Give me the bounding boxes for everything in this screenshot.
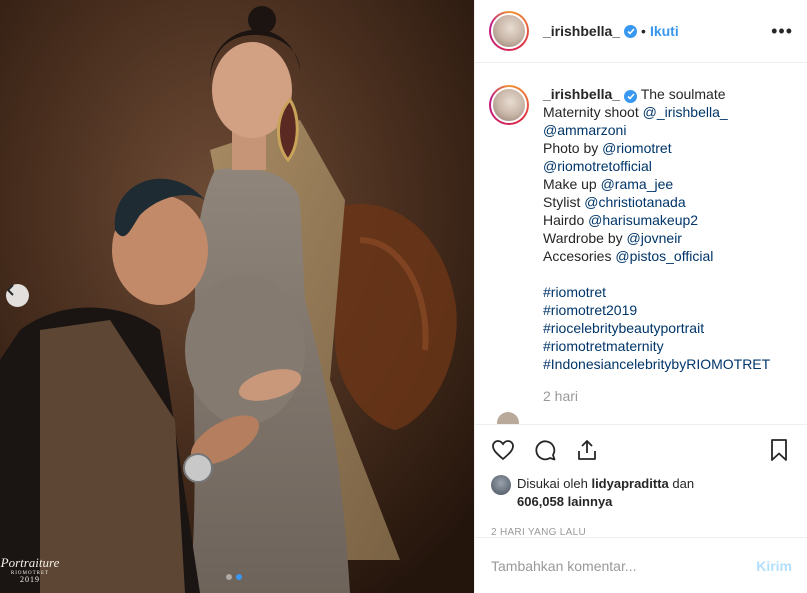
post-username[interactable]: _irishbella_ bbox=[543, 23, 620, 39]
post-header: _irishbella_ • Ikuti ••• bbox=[475, 0, 807, 63]
post-comment-button[interactable]: Kirim bbox=[756, 558, 792, 574]
caption-username[interactable]: _irishbella_ bbox=[543, 86, 620, 102]
hashtag-link[interactable]: #riocelebritybeautyportrait bbox=[543, 320, 704, 336]
carousel-dot bbox=[226, 574, 232, 580]
carousel-dot-active bbox=[236, 574, 242, 580]
add-comment-bar: Kirim bbox=[475, 537, 807, 593]
post-side-panel: _irishbella_ • Ikuti ••• _irishbella_ Th… bbox=[474, 0, 807, 593]
verified-badge-icon bbox=[624, 24, 638, 38]
photo-illustration bbox=[0, 0, 474, 593]
comments-section: _irishbella_ The soulmate Maternity shoo… bbox=[475, 63, 807, 425]
hashtag-link[interactable]: #IndonesiancelebritybyRIOMOTRET bbox=[543, 356, 770, 372]
action-bar bbox=[475, 425, 807, 475]
mention-link[interactable]: @riomotretofficial bbox=[543, 158, 652, 174]
caption-line: The soulmate bbox=[640, 86, 726, 102]
likes-joiner: dan bbox=[672, 476, 695, 491]
watermark-year: 2019 bbox=[20, 575, 40, 584]
next-comment-avatar bbox=[497, 412, 519, 424]
caption-line: Hairdo bbox=[543, 212, 585, 228]
carousel-dots bbox=[226, 574, 242, 580]
mention-link[interactable]: @christiotanada bbox=[584, 194, 685, 210]
share-icon[interactable] bbox=[575, 438, 599, 462]
header-separator: • bbox=[641, 23, 646, 39]
hashtag-link[interactable]: #riomotret bbox=[543, 284, 606, 300]
bookmark-icon[interactable] bbox=[767, 438, 791, 462]
caption-text: _irishbella_ The soulmate Maternity shoo… bbox=[543, 85, 793, 405]
hashtag-link[interactable]: #riomotret2019 bbox=[543, 302, 637, 318]
caption-avatar[interactable] bbox=[489, 85, 529, 125]
caption-line: Accesories bbox=[543, 248, 612, 264]
mention-link[interactable]: @_irishbella_ bbox=[643, 104, 728, 120]
likes-count[interactable]: 606,058 lainnya bbox=[517, 494, 612, 509]
verified-badge-icon bbox=[624, 90, 638, 103]
caption-line: Make up bbox=[543, 176, 597, 192]
heart-icon[interactable] bbox=[491, 438, 515, 462]
likes-summary: Disukai oleh lidyapraditta dan 606,058 l… bbox=[475, 475, 807, 511]
chevron-left-icon bbox=[6, 284, 14, 296]
watermark-main: Portraiture bbox=[0, 555, 60, 570]
caption-time[interactable]: 2 hari bbox=[543, 387, 793, 405]
post-photo[interactable]: Portraiture RIOMOTRET 2019 bbox=[0, 0, 474, 593]
follow-button[interactable]: Ikuti bbox=[650, 23, 679, 39]
avatar[interactable] bbox=[489, 11, 529, 51]
more-options-icon[interactable]: ••• bbox=[771, 21, 793, 42]
mention-link[interactable]: @riomotret bbox=[602, 140, 671, 156]
mention-link[interactable]: @jovneir bbox=[627, 230, 682, 246]
mention-link[interactable]: @pistos_official bbox=[615, 248, 713, 264]
liker-username[interactable]: lidyapraditta bbox=[591, 476, 668, 491]
mention-link[interactable]: @ammarzoni bbox=[543, 122, 626, 138]
hashtag-link[interactable]: #riomotretmaternity bbox=[543, 338, 664, 354]
caption-line: Maternity shoot bbox=[543, 104, 639, 120]
photographer-watermark: Portraiture RIOMOTRET 2019 bbox=[0, 556, 60, 584]
mention-link[interactable]: @rama_jee bbox=[601, 176, 674, 192]
post-date[interactable]: 2 HARI YANG LALU bbox=[475, 511, 807, 538]
liker-avatar[interactable] bbox=[491, 475, 511, 495]
caption: _irishbella_ The soulmate Maternity shoo… bbox=[489, 85, 793, 405]
caption-line: Stylist bbox=[543, 194, 581, 210]
comment-input[interactable] bbox=[491, 557, 757, 574]
comment-icon[interactable] bbox=[533, 438, 557, 462]
caption-line: Wardrobe by bbox=[543, 230, 623, 246]
carousel-prev-button[interactable] bbox=[6, 284, 29, 307]
mention-link[interactable]: @harisumakeup2 bbox=[588, 212, 698, 228]
caption-line: Photo by bbox=[543, 140, 599, 156]
likes-prefix: Disukai oleh bbox=[517, 476, 588, 491]
